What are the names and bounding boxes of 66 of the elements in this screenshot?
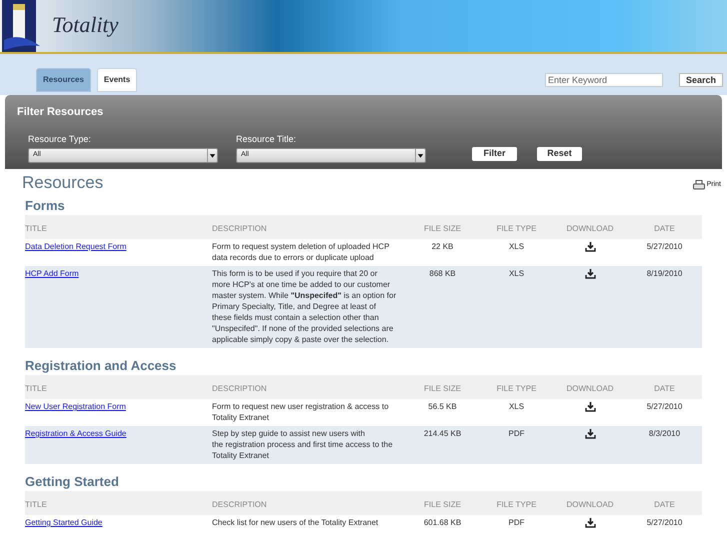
- filter-button[interactable]: Filter: [472, 147, 517, 161]
- file-size-text: 601.68 KB: [424, 518, 462, 527]
- column-header: TITLE: [25, 384, 47, 393]
- file-size-text: 868 KB: [429, 269, 456, 278]
- column-header: FILE TYPE: [496, 500, 536, 509]
- resource-link[interactable]: Data Deletion Request Form: [25, 242, 126, 251]
- download-icon[interactable]: [584, 268, 596, 279]
- filter-label: Resource Type:: [28, 132, 92, 146]
- section-title: Registration and Access: [25, 357, 178, 374]
- file-size-text: 22 KB: [432, 242, 454, 251]
- nav-tab[interactable]: Resources: [36, 68, 91, 92]
- section-title: Forms: [25, 197, 66, 214]
- description-text: Step by step guide to assist new users with the registration process and first time access to the Totality Extranet: [212, 429, 393, 460]
- column-header: DOWNLOAD: [566, 224, 614, 233]
- column-header: DOWNLOAD: [566, 500, 614, 509]
- resource-link[interactable]: Registration & Access Guide: [25, 429, 126, 438]
- file-size-text: 214.45 KB: [424, 429, 462, 438]
- download-icon[interactable]: [584, 518, 596, 528]
- dropdown-arrow-icon: [207, 149, 217, 162]
- description-text: This form is to be used if you require that 20 or more HCP's at one time be added to our customer master system. While "Unspecifed" is an option for Primary Specialty, Title, and Degree at least of these fields must contain a selection other than "Unspecifed". If none of the provided selections are applicable simply copy & paste over the selection.: [212, 269, 396, 344]
- column-header: DATE: [654, 384, 675, 393]
- file-size-text: 56.5 KB: [428, 402, 457, 411]
- file-type-text: PDF: [508, 429, 524, 438]
- filter-title: Filter Resources: [17, 105, 104, 120]
- description-text: Check list for new users of the Totality Extranet: [212, 518, 378, 527]
- date-text: 5/27/2010: [646, 518, 682, 527]
- resource-link[interactable]: HCP Add Form: [25, 269, 79, 278]
- column-header: FILE SIZE: [424, 224, 461, 233]
- date-text: 5/27/2010: [646, 242, 682, 251]
- description-text: Form to request new user registration & access to Totality Extranet: [212, 402, 389, 422]
- file-type-text: PDF: [508, 518, 524, 527]
- download-icon[interactable]: [584, 428, 596, 439]
- resource-link[interactable]: New User Registration Form: [25, 402, 126, 411]
- dropdown-arrow-icon: [415, 149, 425, 162]
- column-header: DOWNLOAD: [566, 384, 614, 393]
- date-text: 5/27/2010: [646, 402, 682, 411]
- printer-icon: [692, 180, 705, 190]
- column-header: DESCRIPTION: [212, 384, 267, 393]
- column-header: DESCRIPTION: [212, 224, 267, 233]
- lighthouse-logo-icon: [2, 0, 42, 52]
- column-header: FILE SIZE: [424, 500, 461, 509]
- column-header: DATE: [654, 500, 675, 509]
- column-header: FILE TYPE: [496, 384, 536, 393]
- logo-text: Totality: [52, 10, 118, 39]
- resource-link[interactable]: Getting Started Guide: [25, 518, 102, 527]
- file-type-text: XLS: [508, 402, 524, 411]
- column-header: DESCRIPTION: [212, 500, 267, 509]
- nav-tab[interactable]: Events: [96, 68, 138, 92]
- page-title: Resources: [22, 173, 104, 193]
- search-button[interactable]: Search: [679, 73, 723, 87]
- download-icon[interactable]: [584, 402, 596, 412]
- filter-label: Resource Title:: [236, 132, 298, 146]
- file-type-text: XLS: [508, 242, 524, 251]
- date-text: 8/3/2010: [648, 429, 680, 438]
- column-header: TITLE: [25, 500, 47, 509]
- description-text: Form to request system deletion of uploaded HCP data records due to errors or duplicate upload: [212, 242, 390, 262]
- column-header: FILE TYPE: [496, 224, 536, 233]
- column-header: TITLE: [25, 224, 47, 233]
- column-header: DATE: [654, 224, 675, 233]
- keyword-search-field[interactable]: Enter Keyword: [545, 73, 663, 87]
- column-header: FILE SIZE: [424, 384, 461, 393]
- filter-button[interactable]: Reset: [537, 147, 582, 161]
- download-icon[interactable]: [584, 242, 596, 252]
- file-type-text: XLS: [508, 269, 524, 278]
- section-title: Getting Started: [25, 473, 120, 490]
- date-text: 8/19/2010: [646, 269, 682, 278]
